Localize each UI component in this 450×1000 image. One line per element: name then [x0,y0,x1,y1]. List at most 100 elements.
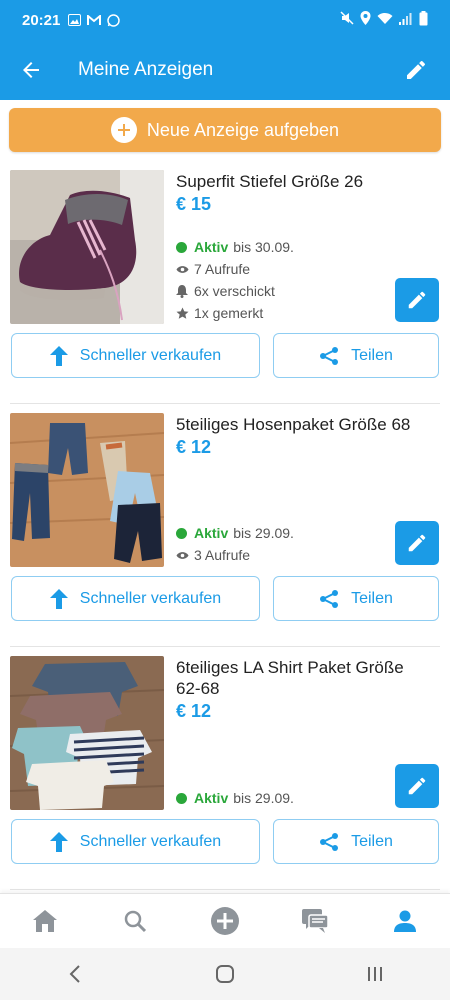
ad-title[interactable]: 5teiliges Hosenpaket Größe 68 [176,414,426,435]
ad-card[interactable]: Superfit Stiefel Größe 26 € 15 Aktiv bis… [0,161,450,404]
mute-icon [340,11,354,29]
status-bar: 20:21 [0,0,450,40]
system-recents-button[interactable] [345,950,405,998]
share-label: Teilen [351,346,393,364]
ad-meta: Aktiv bis 30.09. 7 Aufrufe 6x verschickt… [176,236,294,324]
divider [10,889,440,890]
ad-status-row: Aktiv bis 30.09. [176,236,294,258]
share-icon [319,589,339,609]
ad-status: Aktiv [194,525,229,541]
ad-valid-until: bis 29.09. [233,525,294,541]
share-icon [319,346,339,366]
system-back-button[interactable] [45,950,105,998]
share-icon [319,832,339,852]
ad-views-row: 3 Aufrufe [176,544,294,566]
ad-price: € 12 [176,701,212,721]
ad-views: 7 Aufrufe [194,261,251,277]
ad-saved-row: 1x gemerkt [176,302,294,324]
new-ad-label: Neue Anzeige aufgeben [146,119,340,140]
ad-valid-until: bis 29.09. [233,790,294,806]
ad-valid-until: bis 30.09. [233,239,294,255]
nav-profile[interactable] [375,896,435,946]
ad-card[interactable]: 6teiliges LA Shirt Paket Größe 62-68 € 1… [0,647,450,890]
wifi-icon [377,12,393,29]
status-dot-icon [176,792,194,804]
eye-icon [176,265,194,274]
ad-price: € 12 [176,437,212,457]
signal-icon [399,12,413,29]
ad-title[interactable]: Superfit Stiefel Größe 26 [176,171,426,192]
home-square-icon [216,965,234,983]
sell-faster-label: Schneller verkaufen [79,346,222,364]
app-bar: Meine Anzeigen [0,40,450,100]
ad-status-row: Aktiv bis 29.09. [176,522,294,544]
ad-thumbnail[interactable] [10,656,164,810]
plus-circle-icon [211,907,239,935]
sell-faster-button[interactable]: Schneller verkaufen [11,576,260,621]
ad-meta: Aktiv bis 29.09. 3 Aufrufe [176,522,294,566]
pencil-icon [408,291,426,309]
arrow-back-icon [23,62,39,78]
plus-circle-icon [110,117,137,143]
chevron-left-icon [69,965,80,983]
ad-price: € 15 [176,194,212,214]
share-button[interactable]: Teilen [273,576,439,621]
mail-icon [87,14,102,26]
bell-icon [176,284,194,298]
ad-status-row: Aktiv bis 29.09. [176,787,294,809]
ad-card[interactable]: 5teiliges Hosenpaket Größe 68 € 12 Aktiv… [0,404,450,647]
nav-messages[interactable] [285,896,345,946]
sell-faster-label: Schneller verkaufen [79,589,222,607]
bottom-navigation [0,893,450,948]
share-label: Teilen [351,832,393,850]
arrow-up-icon [49,831,68,852]
ad-status: Aktiv [194,790,229,806]
status-dot-icon [176,241,194,253]
search-icon [124,910,147,933]
system-navigation [0,948,450,1000]
ad-thumbnail[interactable] [10,170,164,324]
page-title: Meine Anzeigen [78,59,214,80]
ad-sent: 6x verschickt [194,283,275,299]
share-button[interactable]: Teilen [273,333,439,378]
nav-home[interactable] [15,896,75,946]
ad-saved: 1x gemerkt [194,305,264,321]
sell-faster-button[interactable]: Schneller verkaufen [11,333,260,378]
nav-search[interactable] [105,896,165,946]
gallery-icon [68,14,82,26]
battery-icon [419,10,428,30]
messages-icon [302,909,329,933]
new-ad-button[interactable]: Neue Anzeige aufgeben [9,108,441,152]
ad-views-row: 7 Aufrufe [176,258,294,280]
pencil-icon [408,534,426,552]
ad-meta: Aktiv bis 29.09. [176,787,294,809]
edit-ad-button[interactable] [395,278,439,322]
ad-sent-row: 6x verschickt [176,280,294,302]
back-button[interactable] [0,40,62,100]
recents-icon [368,967,382,981]
location-icon [360,11,371,29]
status-dot-icon [176,527,194,539]
pencil-icon [408,777,426,795]
ad-title[interactable]: 6teiliges LA Shirt Paket Größe 62-68 [176,657,426,699]
ad-thumbnail[interactable] [10,413,164,567]
sell-faster-button[interactable]: Schneller verkaufen [11,819,260,864]
sell-faster-label: Schneller verkaufen [79,832,222,850]
arrow-up-icon [49,588,68,609]
edit-ad-button[interactable] [395,764,439,808]
system-home-button[interactable] [195,950,255,998]
whatsapp-icon [107,13,121,27]
pencil-icon [407,60,426,79]
eye-icon [176,551,194,560]
edit-ads-button[interactable] [394,48,438,92]
arrow-up-icon [49,345,68,366]
share-label: Teilen [351,589,393,607]
profile-icon [394,910,416,932]
star-icon [176,307,194,320]
status-time: 20:21 [22,11,61,29]
nav-post-ad[interactable] [195,896,255,946]
home-icon [33,910,57,932]
edit-ad-button[interactable] [395,521,439,565]
ad-views: 3 Aufrufe [194,547,251,563]
share-button[interactable]: Teilen [273,819,439,864]
